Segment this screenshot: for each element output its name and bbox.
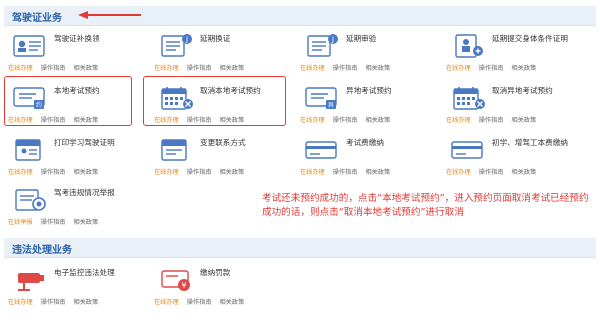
tile-renew-license[interactable]: J 延期换证 在线办理 操作指南 相关政策 bbox=[150, 30, 286, 76]
policy-link[interactable]: 相关政策 bbox=[73, 299, 98, 306]
renew-document-icon: J bbox=[161, 34, 192, 57]
guide-link[interactable]: 操作指南 bbox=[479, 117, 504, 124]
online-link[interactable]: 在线办理 bbox=[8, 169, 33, 176]
svg-text:异: 异 bbox=[328, 102, 334, 109]
tile-label: 电子监控违法处理 bbox=[54, 268, 115, 277]
policy-link[interactable]: 相关政策 bbox=[365, 169, 390, 176]
tile-fee-payment[interactable]: 初学、增驾工本费缴纳 在线办理 操作指南 相关政策 bbox=[442, 134, 578, 180]
online-link[interactable]: 在线办理 bbox=[154, 299, 179, 306]
svg-text:¥: ¥ bbox=[181, 281, 186, 290]
online-link[interactable]: 在线办理 bbox=[446, 169, 471, 176]
tile-camera-violation[interactable]: 电子监控违法处理 在线办理 操作指南 相关政策 bbox=[4, 264, 140, 310]
guide-link[interactable]: 操作指南 bbox=[333, 117, 358, 124]
tile-label: 延期提交身体条件证明 bbox=[492, 34, 568, 43]
guide-link[interactable]: 操作指南 bbox=[333, 65, 358, 72]
tile-print-learner-permit[interactable]: 打印学习驾驶证明 在线办理 操作指南 相关政策 bbox=[4, 134, 140, 180]
guide-link[interactable]: 操作指南 bbox=[41, 65, 66, 72]
tile-label: 缴纳罚款 bbox=[200, 268, 231, 277]
guide-link[interactable]: 操作指南 bbox=[41, 169, 66, 176]
tile-cancel-remote-exam[interactable]: 取消异地考试预约 在线办理 操作指南 相关政策 bbox=[442, 82, 578, 128]
guide-link[interactable]: 操作指南 bbox=[187, 299, 212, 306]
tile-label: 考试费缴纳 bbox=[346, 138, 384, 147]
guide-link[interactable]: 操作指南 bbox=[187, 169, 212, 176]
tile-license-replace[interactable]: 驾驶证补换领 在线办理 操作指南 相关政策 bbox=[4, 30, 140, 76]
online-link[interactable]: 在线办理 bbox=[446, 117, 471, 124]
online-link[interactable]: 在线办理 bbox=[154, 169, 179, 176]
online-link[interactable]: 在线办理 bbox=[446, 65, 471, 72]
guide-link[interactable]: 操作指南 bbox=[187, 65, 212, 72]
highlight-box-local-booking bbox=[4, 76, 132, 126]
fee-payment-icon bbox=[451, 141, 483, 159]
online-link[interactable]: 在线办理 bbox=[300, 117, 325, 124]
print-permit-icon bbox=[15, 139, 41, 161]
guide-link[interactable]: 操作指南 bbox=[479, 65, 504, 72]
guide-link[interactable]: 操作指南 bbox=[479, 169, 504, 176]
tile-extend-review[interactable]: J 延期审验 在线办理 操作指南 相关政策 bbox=[296, 30, 432, 76]
policy-link[interactable]: 相关政策 bbox=[219, 65, 244, 72]
tile-label: 驾考违规情况举报 bbox=[54, 188, 115, 197]
tile-label: 变更联系方式 bbox=[200, 138, 246, 147]
policy-link[interactable]: 相关政策 bbox=[511, 117, 536, 124]
tile-change-contact[interactable]: 变更联系方式 在线办理 操作指南 相关政策 bbox=[150, 134, 286, 180]
policy-link[interactable]: 相关政策 bbox=[365, 117, 390, 124]
remote-exam-booking-icon: 异 bbox=[305, 87, 337, 109]
tile-remote-exam-booking[interactable]: 异 异地考试预约 在线办理 操作指南 相关政策 bbox=[296, 82, 432, 128]
online-link[interactable]: 在线办理 bbox=[300, 65, 325, 72]
svg-text:J: J bbox=[185, 36, 188, 44]
policy-link[interactable]: 相关政策 bbox=[219, 169, 244, 176]
tile-label: 驾驶证补换领 bbox=[54, 34, 100, 43]
highlight-box-cancel-booking bbox=[143, 76, 286, 126]
policy-link[interactable]: 相关政策 bbox=[511, 65, 536, 72]
policy-link[interactable]: 相关政策 bbox=[511, 169, 536, 176]
online-report-link[interactable]: 在线举报 bbox=[8, 219, 33, 226]
contact-change-icon bbox=[161, 139, 187, 161]
online-link[interactable]: 在线办理 bbox=[8, 65, 33, 72]
guide-link[interactable]: 操作指南 bbox=[41, 299, 66, 306]
tile-label: 初学、增驾工本费缴纳 bbox=[492, 138, 568, 147]
policy-link[interactable]: 相关政策 bbox=[365, 65, 390, 72]
fine-payment-icon: ¥ bbox=[161, 270, 190, 291]
tile-label: 异地考试预约 bbox=[346, 86, 392, 95]
tile-label: 延期换证 bbox=[200, 34, 231, 43]
extend-review-icon: J bbox=[307, 34, 338, 57]
policy-link[interactable]: 相关政策 bbox=[73, 169, 98, 176]
tile-label: 延期审验 bbox=[346, 34, 377, 43]
online-link[interactable]: 在线办理 bbox=[300, 169, 325, 176]
exam-fee-icon bbox=[305, 141, 337, 159]
health-certificate-icon bbox=[455, 34, 483, 58]
online-link[interactable]: 在线办理 bbox=[8, 299, 33, 306]
tile-label: 取消异地考试预约 bbox=[492, 86, 553, 95]
online-link[interactable]: 在线办理 bbox=[154, 65, 179, 72]
tile-extend-health-cert[interactable]: 延期提交身体条件证明 在线办理 操作指南 相关政策 bbox=[442, 30, 578, 76]
guide-link[interactable]: 操作指南 bbox=[333, 169, 358, 176]
policy-link[interactable]: 相关政策 bbox=[219, 299, 244, 306]
license-section-header: 驾驶证业务 bbox=[4, 6, 596, 26]
violation-section-header: 违法处理业务 bbox=[4, 238, 596, 258]
license-card-icon bbox=[13, 35, 45, 57]
policy-link[interactable]: 相关政策 bbox=[73, 219, 98, 226]
instruction-annotation: 考试还未预约成功的，点击“本地考试预约”，进入预约页面取消考试已经预约成功的话，… bbox=[262, 193, 589, 218]
section-title: 驾驶证业务 bbox=[12, 13, 62, 24]
traffic-camera-icon bbox=[18, 273, 44, 291]
tile-exam-fee[interactable]: 考试费缴纳 在线办理 操作指南 相关政策 bbox=[296, 134, 432, 180]
guide-link[interactable]: 操作指南 bbox=[41, 219, 66, 226]
calendar-cancel-remote-icon bbox=[453, 87, 485, 110]
red-arrow-annotation bbox=[78, 11, 141, 19]
tile-label: 打印学习驾驶证明 bbox=[54, 138, 115, 147]
report-violation-icon bbox=[15, 189, 46, 211]
svg-text:J: J bbox=[331, 36, 334, 44]
tile-report-exam-violation[interactable]: 驾考违规情况举报 在线举报 操作指南 相关政策 bbox=[4, 184, 140, 230]
section-title: 违法处理业务 bbox=[12, 245, 72, 256]
tile-pay-fine[interactable]: ¥ 缴纳罚款 在线办理 操作指南 相关政策 bbox=[150, 264, 286, 310]
policy-link[interactable]: 相关政策 bbox=[73, 65, 98, 72]
